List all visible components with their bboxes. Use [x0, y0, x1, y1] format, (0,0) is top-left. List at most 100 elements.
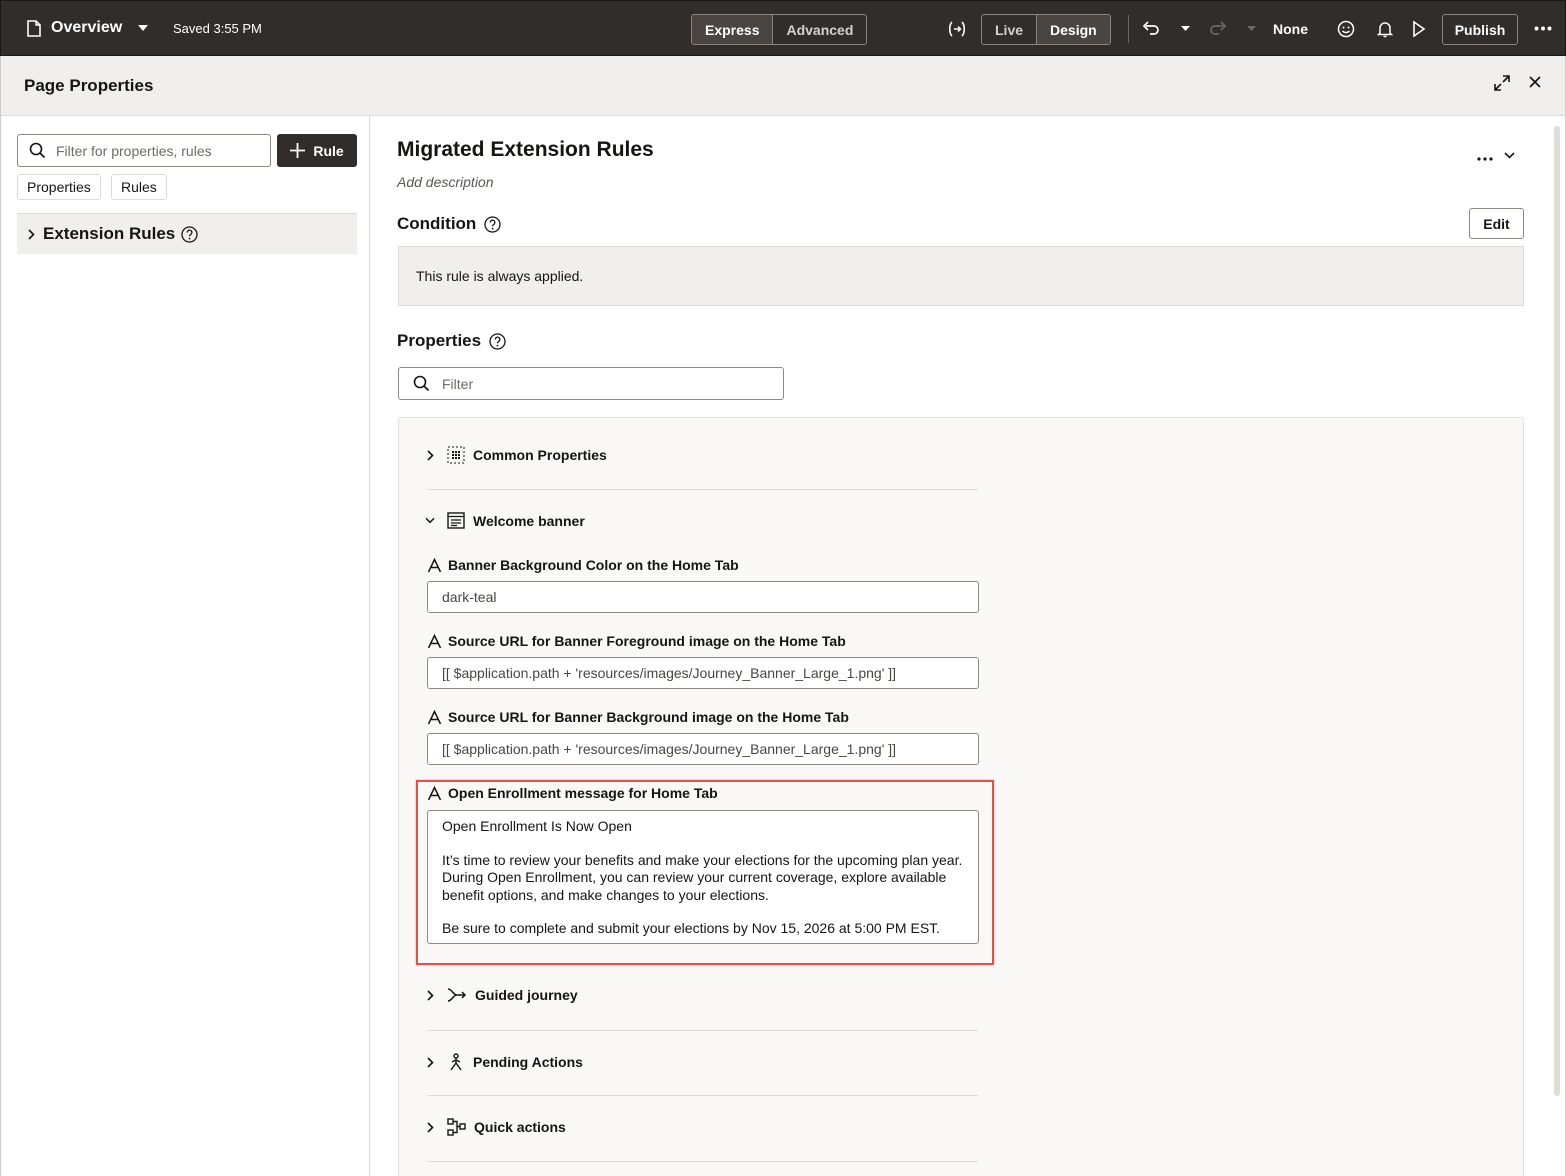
- group-common-properties[interactable]: Common Properties: [425, 446, 978, 464]
- help-icon[interactable]: [484, 215, 501, 233]
- divider: [427, 489, 978, 490]
- page-selector[interactable]: Overview: [27, 19, 149, 37]
- divider: [427, 1095, 978, 1096]
- more-options-icon[interactable]: [1534, 26, 1552, 31]
- field-label-text: Source URL for Banner Foreground image o…: [448, 633, 846, 649]
- redo-icon[interactable]: [1209, 20, 1227, 36]
- enrollment-heading: Open Enrollment Is Now Open: [442, 818, 632, 834]
- field-label-text: Source URL for Banner Background image o…: [448, 709, 849, 725]
- chevron-right-icon: [425, 449, 435, 461]
- add-rule-button[interactable]: Rule: [277, 134, 357, 167]
- chevron-right-icon: [28, 228, 35, 240]
- tab-design[interactable]: Design: [1036, 15, 1110, 44]
- properties-heading: Properties: [397, 331, 506, 351]
- rule-detail-panel: Migrated Extension Rules Add description…: [371, 116, 1566, 1176]
- mode-toggle: Express Advanced: [691, 14, 868, 45]
- properties-heading-text: Properties: [397, 331, 482, 350]
- field-label-background-url: Source URL for Banner Background image o…: [427, 709, 849, 725]
- person-action-icon: [447, 1053, 465, 1071]
- chip-rules[interactable]: Rules: [111, 174, 167, 200]
- properties-panel: Common Properties Welcome banner Banner …: [398, 417, 1524, 1176]
- group-welcome-banner[interactable]: Welcome banner: [425, 512, 978, 529]
- banner-icon: [447, 512, 465, 529]
- panel-title: Page Properties: [24, 76, 154, 95]
- text-field-icon: [427, 633, 442, 649]
- text-field-icon: [427, 785, 442, 801]
- document-icon: [27, 19, 41, 37]
- rules-filter-input[interactable]: Filter for properties, rules: [17, 134, 271, 167]
- text-field-icon: [427, 557, 442, 573]
- search-icon: [413, 375, 430, 392]
- expand-icon[interactable]: [1493, 74, 1511, 97]
- chevron-down-icon: [138, 25, 149, 31]
- top-toolbar: Overview Saved 3:55 PM Express Advanced …: [0, 0, 1566, 56]
- add-description-link[interactable]: Add description: [397, 174, 494, 190]
- group-label: Quick actions: [474, 1119, 566, 1135]
- group-quick-actions[interactable]: Quick actions: [425, 1118, 978, 1136]
- undo-menu-chevron-icon[interactable]: [1181, 26, 1190, 31]
- background-url-input[interactable]: [[ $application.path + 'resources/images…: [427, 733, 979, 765]
- group-label: Welcome banner: [473, 512, 585, 529]
- rules-filter-placeholder: Filter for properties, rules: [56, 142, 212, 159]
- properties-filter-placeholder: Filter: [442, 375, 474, 392]
- add-rule-label: Rule: [313, 142, 344, 159]
- group-label: Pending Actions: [473, 1054, 583, 1070]
- play-preview-icon[interactable]: [1412, 20, 1426, 38]
- smiley-feedback-icon[interactable]: [1337, 20, 1355, 38]
- scrollbar[interactable]: [1554, 126, 1560, 1096]
- edit-condition-button[interactable]: Edit: [1469, 208, 1524, 239]
- rules-sidebar: Filter for properties, rules Rule Proper…: [0, 116, 370, 1176]
- condition-text: This rule is always applied.: [416, 268, 584, 284]
- group-pending-actions[interactable]: Pending Actions: [425, 1053, 978, 1071]
- page-name: Overview: [51, 19, 123, 36]
- field-label-banner-color: Banner Background Color on the Home Tab: [427, 557, 739, 573]
- chevron-right-icon: [425, 1121, 435, 1133]
- tab-express[interactable]: Express: [692, 15, 773, 44]
- panel-header: Page Properties: [0, 56, 1566, 116]
- search-icon: [29, 142, 46, 159]
- enrollment-message-textarea[interactable]: Open Enrollment Is Now Open It’s time to…: [427, 810, 979, 944]
- group-guided-journey[interactable]: Guided journey: [425, 987, 978, 1003]
- divider: [427, 1161, 978, 1162]
- plus-icon: [290, 143, 306, 158]
- help-icon[interactable]: [181, 225, 198, 243]
- publish-button[interactable]: Publish: [1442, 14, 1518, 45]
- chip-properties[interactable]: Properties: [17, 174, 101, 200]
- sandbox-selector[interactable]: None: [1273, 21, 1308, 37]
- field-label-foreground-url: Source URL for Banner Foreground image o…: [427, 633, 846, 649]
- field-label-text: Open Enrollment message for Home Tab: [448, 785, 718, 801]
- bell-icon[interactable]: [1377, 20, 1393, 38]
- collapse-chevron-icon[interactable]: [1504, 146, 1515, 164]
- tab-live[interactable]: Live: [982, 15, 1036, 44]
- tab-advanced[interactable]: Advanced: [772, 15, 866, 44]
- group-label: Common Properties: [473, 447, 607, 463]
- undo-icon[interactable]: [1142, 20, 1160, 36]
- condition-heading: Condition: [397, 214, 501, 234]
- rule-title: Migrated Extension Rules: [397, 138, 654, 161]
- view-toggle: Live Design: [981, 14, 1111, 45]
- redo-menu-chevron-icon[interactable]: [1247, 26, 1256, 31]
- toolbar-divider: [1128, 15, 1129, 43]
- grid-icon: [447, 446, 465, 464]
- field-label-text: Banner Background Color on the Home Tab: [448, 557, 739, 573]
- close-icon[interactable]: [1528, 75, 1542, 94]
- foreground-url-input[interactable]: [[ $application.path + 'resources/images…: [427, 657, 979, 689]
- chevron-right-icon: [425, 1056, 435, 1068]
- extension-rules-label: Extension Rules: [43, 224, 176, 243]
- banner-color-input[interactable]: dark-teal: [427, 581, 979, 613]
- chevron-down-icon: [425, 517, 435, 524]
- extension-rules-node[interactable]: Extension Rules: [17, 213, 357, 254]
- variables-icon[interactable]: [947, 20, 967, 38]
- help-icon[interactable]: [489, 332, 506, 350]
- rule-more-icon[interactable]: [1477, 148, 1493, 166]
- text-field-icon: [427, 709, 442, 725]
- divider: [427, 1030, 978, 1031]
- field-label-enrollment-message: Open Enrollment message for Home Tab: [427, 785, 718, 801]
- enrollment-paragraph: It’s time to review your benefits and ma…: [442, 851, 963, 903]
- saved-status: Saved 3:55 PM: [173, 21, 262, 36]
- properties-filter-input[interactable]: Filter: [398, 367, 784, 400]
- condition-heading-text: Condition: [397, 214, 477, 233]
- condition-box: This rule is always applied.: [398, 246, 1524, 306]
- chevron-right-icon: [425, 989, 435, 1001]
- enrollment-deadline: Be sure to complete and submit your elec…: [442, 920, 941, 936]
